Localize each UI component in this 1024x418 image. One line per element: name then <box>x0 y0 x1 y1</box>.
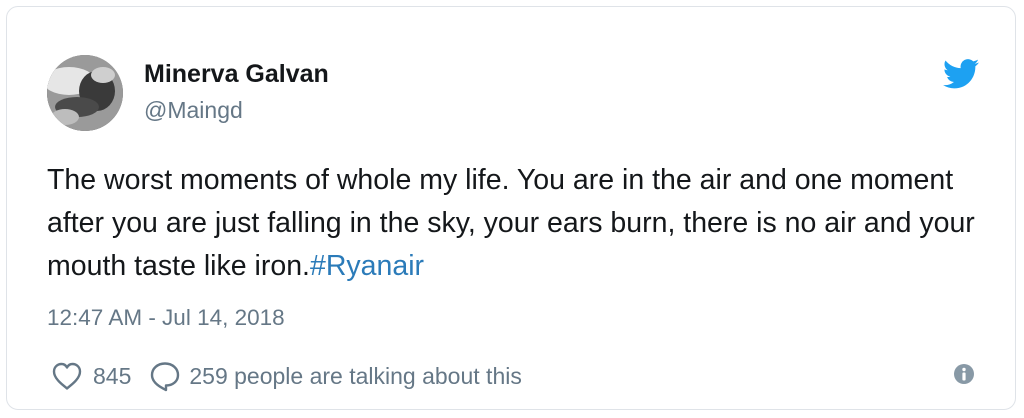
info-circle-icon[interactable] <box>953 363 975 385</box>
conversation-link[interactable]: 259 people are talking about this <box>149 360 522 392</box>
tweet-card: Minerva Galvan @Maingd The worst moments… <box>6 6 1016 410</box>
user-handle[interactable]: @Maingd <box>144 96 243 124</box>
tweet-body: The worst moments of whole my life. You … <box>47 164 975 282</box>
twitter-bird-icon[interactable] <box>943 59 979 89</box>
like-count: 845 <box>93 363 132 389</box>
speech-bubble-icon <box>151 362 180 392</box>
tweet-timestamp[interactable]: 12:47 AM - Jul 14, 2018 <box>47 303 285 333</box>
heart-outline-icon <box>52 362 82 390</box>
user-display-name[interactable]: Minerva Galvan <box>144 59 329 89</box>
tweet-text: The worst moments of whole my life. You … <box>47 159 987 288</box>
like-button[interactable]: 845 <box>51 361 131 391</box>
hashtag-link[interactable]: #Ryanair <box>310 250 424 282</box>
avatar-photo <box>47 55 123 131</box>
conversation-count-text: 259 people are talking about this <box>189 363 522 389</box>
tweet-actions: 845 259 people are talking about this <box>51 359 522 393</box>
avatar[interactable] <box>47 55 123 131</box>
